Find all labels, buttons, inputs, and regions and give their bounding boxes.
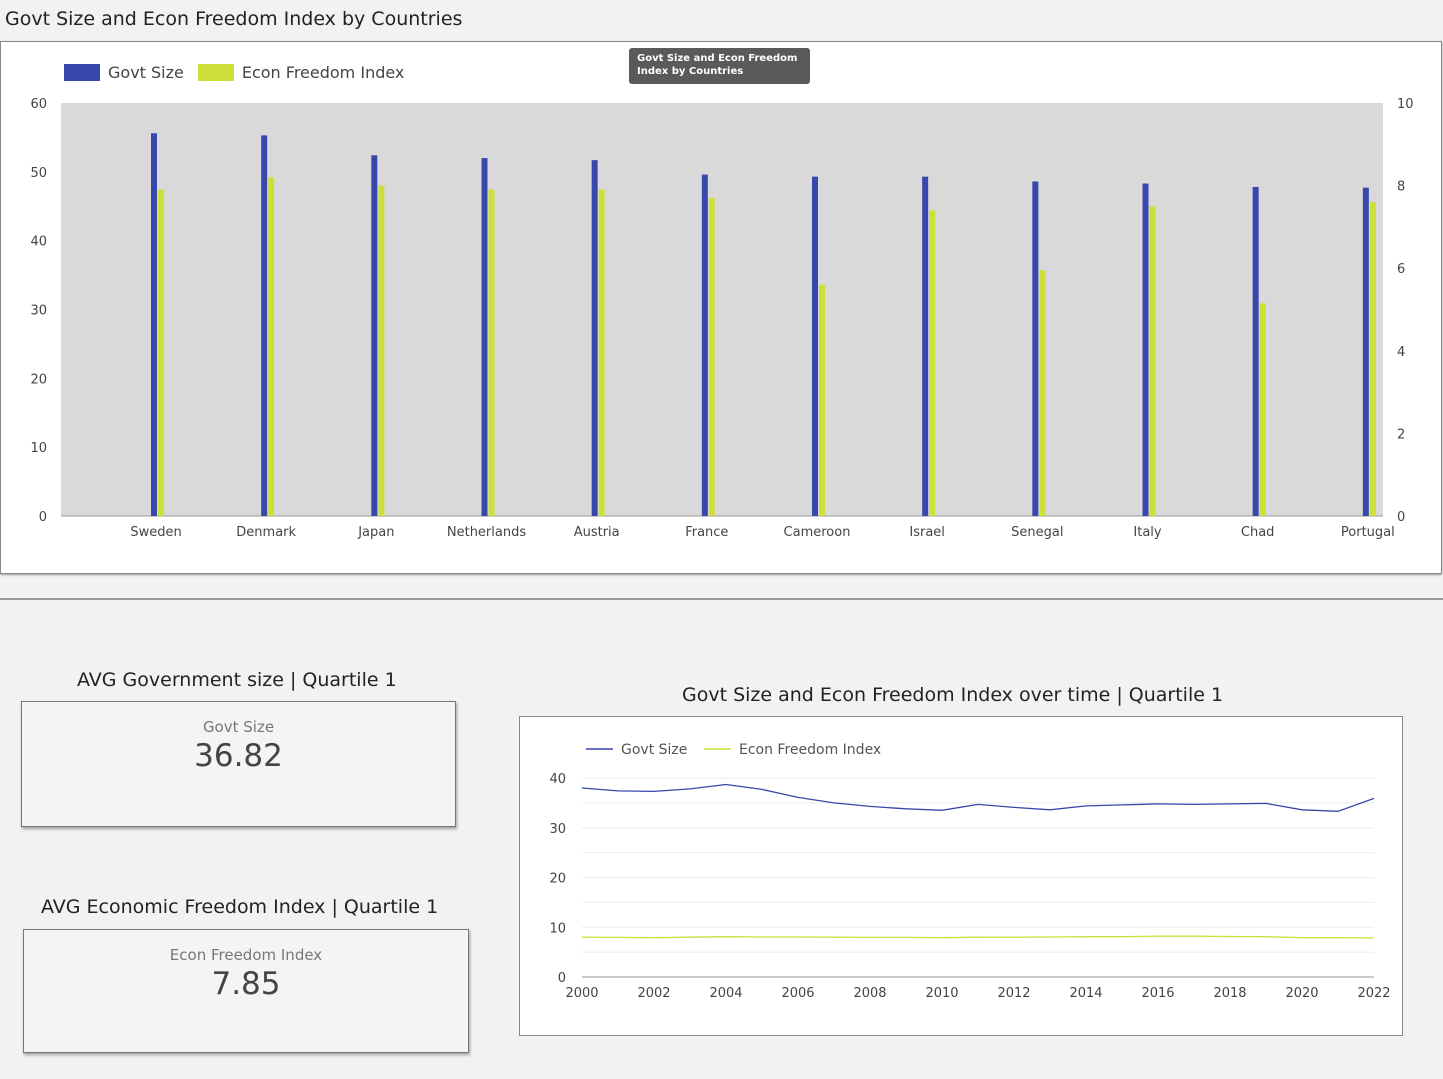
- bar-econ-sweden: [158, 189, 164, 516]
- section-divider: [0, 598, 1443, 600]
- x-tick-label: Senegal: [1011, 525, 1063, 540]
- bar-govt-france: [701, 174, 708, 516]
- x-tick-label: 2014: [1069, 986, 1102, 1001]
- y-right-tick-label: 6: [1397, 262, 1405, 277]
- x-tick-label: Sweden: [130, 525, 181, 540]
- bar-govt-italy: [1142, 183, 1149, 516]
- kpi-govt-title: AVG Government size | Quartile 1: [77, 669, 397, 691]
- x-tick-label: Denmark: [236, 525, 296, 540]
- y-right-tick-label: 8: [1397, 180, 1405, 195]
- bar-chart: 0 10 20 30 40 50 60 0 2 4 6 8 10 Sweden Denmark Japan Ne…: [30, 97, 1414, 540]
- kpi-govt-card[interactable]: Govt Size 36.82: [21, 701, 456, 827]
- bar-econ-netherlands: [488, 189, 495, 516]
- bar-govt-japan: [371, 155, 378, 516]
- kpi-econ-value: 7.85: [211, 966, 281, 1002]
- page-title: Govt Size and Econ Freedom Index by Coun…: [5, 8, 463, 30]
- y-left-tick-label: 30: [30, 304, 47, 319]
- bar-govt-israel: [922, 176, 929, 516]
- legend-label-econ: Econ Freedom Index: [241, 63, 405, 82]
- bar-govt-denmark: [261, 135, 268, 516]
- kpi-econ-card[interactable]: Econ Freedom Index 7.85: [23, 929, 469, 1053]
- x-tick-label: 2020: [1285, 986, 1318, 1001]
- bar-econ-denmark: [268, 177, 275, 516]
- kpi-govt-label: Govt Size: [202, 718, 275, 736]
- y-tick-label: 20: [549, 872, 566, 887]
- x-tick-label: 2008: [853, 986, 886, 1001]
- x-tick-label: 2006: [781, 986, 814, 1001]
- y-left-tick-label: 60: [30, 97, 47, 112]
- bar-econ-italy: [1149, 206, 1156, 516]
- line-chart-title: Govt Size and Econ Freedom Index over ti…: [682, 684, 1224, 706]
- line-chart: Govt Size Econ Freedom Index 0 10 20 30 40 2000…: [549, 742, 1390, 1001]
- legend-swatch-govt: [64, 64, 100, 81]
- bar-econ-senegal: [1039, 270, 1046, 516]
- y-tick-label: 30: [549, 822, 566, 837]
- x-tick-label: Israel: [909, 525, 945, 540]
- y-left-tick-label: 50: [30, 166, 47, 181]
- legend-label-govt: Govt Size: [108, 63, 184, 82]
- bar-econ-portugal: [1369, 202, 1376, 516]
- kpi-econ-label: Econ Freedom Index: [169, 946, 323, 964]
- x-tick-label: Chad: [1241, 525, 1275, 540]
- x-tick-label: 2018: [1213, 986, 1246, 1001]
- bar-econ-chad: [1259, 303, 1266, 516]
- y-tick-label: 40: [549, 772, 566, 787]
- y-left-tick-label: 0: [39, 510, 47, 525]
- bar-govt-chad: [1252, 186, 1259, 516]
- bar-econ-cameroon: [819, 284, 825, 516]
- y-left-tick-label: 40: [30, 235, 47, 250]
- bar-govt-cameroon: [812, 176, 818, 516]
- bar-govt-netherlands: [481, 158, 488, 517]
- y-right-tick-label: 4: [1397, 345, 1405, 360]
- plot-area: [61, 103, 1383, 516]
- legend-item-govt[interactable]: Govt Size: [64, 63, 184, 82]
- x-tick-label: 2012: [997, 986, 1030, 1001]
- y-tick-label: 0: [558, 971, 566, 986]
- x-tick-label: 2004: [709, 986, 742, 1001]
- legend-label-econ: Econ Freedom Index: [739, 742, 881, 758]
- bar-chart-legend: Govt Size Econ Freedom Index: [64, 63, 418, 82]
- y-tick-label: 10: [549, 921, 566, 936]
- bar-govt-senegal: [1032, 181, 1039, 516]
- bar-govt-portugal: [1362, 187, 1369, 516]
- x-tick-label: 2022: [1357, 986, 1390, 1001]
- y-left-tick-label: 20: [30, 372, 47, 387]
- y-right-tick-label: 0: [1397, 510, 1405, 525]
- x-tick-label: Austria: [574, 525, 620, 540]
- x-tick-label: France: [685, 525, 728, 540]
- bar-econ-japan: [378, 185, 385, 516]
- x-tick-label: Italy: [1133, 525, 1162, 540]
- x-tick-label: Portugal: [1341, 525, 1395, 540]
- legend-item-econ[interactable]: Econ Freedom Index: [197, 63, 405, 82]
- kpi-govt-value: 36.82: [194, 738, 283, 774]
- x-tick-label: Netherlands: [447, 525, 526, 540]
- y-right-tick-label: 2: [1397, 427, 1405, 442]
- bar-govt-sweden: [151, 133, 157, 516]
- y-right-tick-label: 10: [1397, 97, 1414, 112]
- x-tick-label: 2010: [925, 986, 958, 1001]
- chart-tooltip: Govt Size and Econ Freedom Index by Coun…: [629, 48, 810, 84]
- kpi-econ-title: AVG Economic Freedom Index | Quartile 1: [41, 896, 439, 918]
- bar-econ-austria: [598, 189, 605, 516]
- x-tick-label: 2016: [1141, 986, 1174, 1001]
- bar-govt-austria: [591, 160, 598, 517]
- legend-swatch-econ: [197, 64, 234, 81]
- bar-econ-israel: [929, 210, 936, 516]
- line-chart-panel: Govt Size Econ Freedom Index 0 10 20 30 40 2000…: [519, 716, 1403, 1036]
- series-line-govt: [581, 783, 1375, 812]
- x-tick-label: Cameroon: [784, 525, 851, 540]
- bar-econ-france: [708, 197, 715, 516]
- legend-label-govt: Govt Size: [621, 742, 687, 758]
- series-line-econ: [581, 935, 1375, 939]
- x-tick-label: 2000: [565, 986, 598, 1001]
- x-tick-label: Japan: [357, 525, 394, 540]
- x-tick-label: 2002: [637, 986, 670, 1001]
- y-left-tick-label: 10: [30, 441, 47, 456]
